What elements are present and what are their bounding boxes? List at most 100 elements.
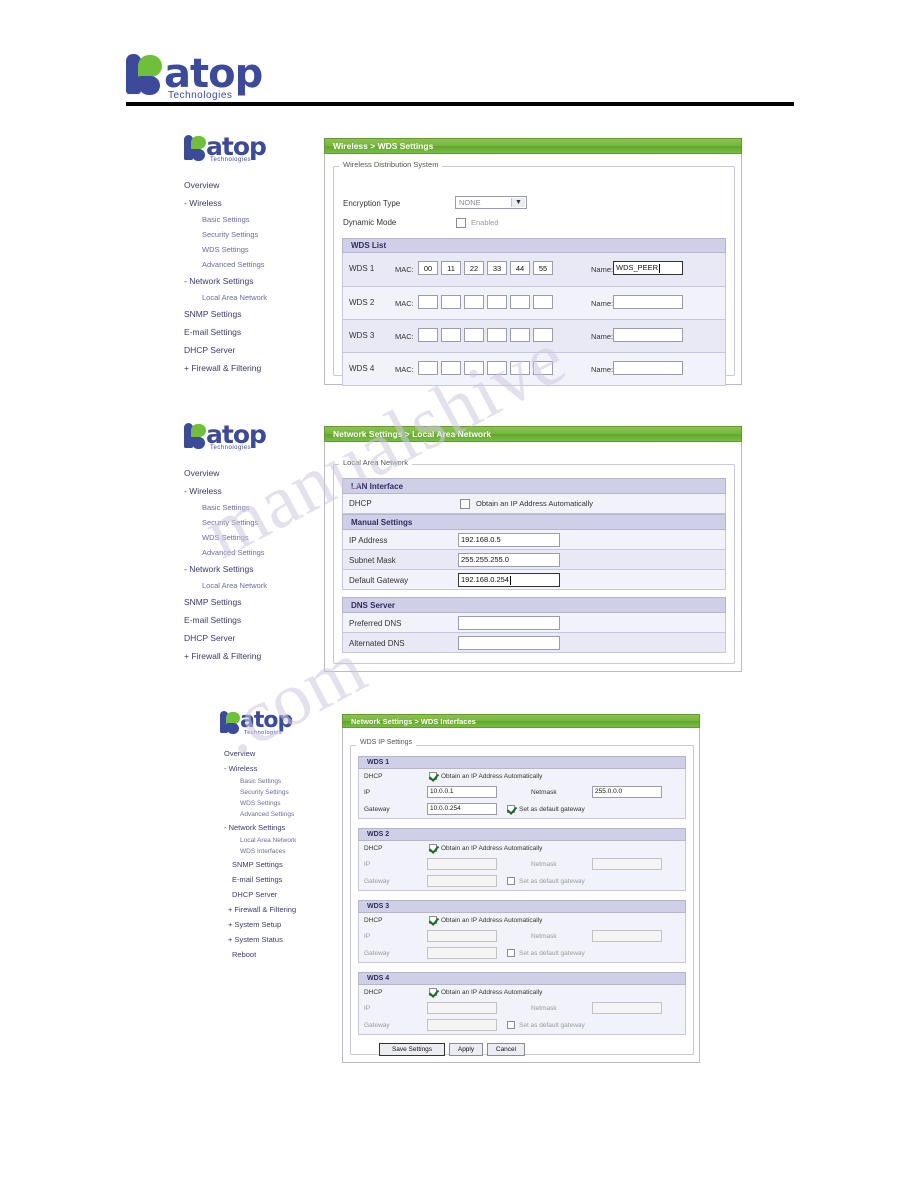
sidebar2-item-local-area-network[interactable]: Local Area Network bbox=[184, 578, 319, 593]
wds3-mac-3[interactable] bbox=[487, 328, 507, 342]
wds4-mac-5[interactable] bbox=[533, 361, 553, 375]
wdsif4-ip-input[interactable] bbox=[427, 1002, 497, 1014]
wds1-mac-2[interactable]: 22 bbox=[464, 261, 484, 275]
sidebar2-item-wds-settings[interactable]: WDS Settings bbox=[184, 530, 319, 545]
sidebar3-item-dhcp-server[interactable]: DHCP Server bbox=[224, 887, 354, 902]
wdsif1-default-gw-checkbox[interactable] bbox=[507, 805, 515, 813]
wds4-mac-0[interactable] bbox=[418, 361, 438, 375]
wdsif1-ip-input[interactable]: 10.0.0.1 bbox=[427, 786, 497, 798]
lan-dhcp-checkbox[interactable] bbox=[460, 499, 470, 509]
wdsif2-netmask-input[interactable] bbox=[592, 858, 662, 870]
wds2-mac-2[interactable] bbox=[464, 295, 484, 309]
cancel-button[interactable]: Cancel bbox=[487, 1043, 525, 1056]
wds1-name-input[interactable]: WDS_PEER bbox=[613, 261, 683, 275]
sidebar3-item-network-settings[interactable]: - Network Settings bbox=[224, 820, 354, 835]
sidebar3-item-snmp-settings[interactable]: SNMP Settings bbox=[224, 857, 354, 872]
sidebar3-item-overview[interactable]: Overview bbox=[224, 746, 354, 761]
sidebar2-item-firewall-filtering[interactable]: + Firewall & Filtering bbox=[184, 647, 319, 665]
lan-subnet-input[interactable]: 255.255.255.0 bbox=[458, 553, 560, 567]
sidebar3-item-wds-interfaces[interactable]: WDS Interfaces bbox=[224, 846, 354, 857]
wdsif2-gateway-input[interactable] bbox=[427, 875, 497, 887]
sidebar3-item-advanced-settings[interactable]: Advanced Settings bbox=[224, 809, 354, 820]
wdsif2-ip-input[interactable] bbox=[427, 858, 497, 870]
lan-gateway-input[interactable]: 192.168.0.254 bbox=[458, 573, 560, 587]
sidebar-item-overview[interactable]: Overview bbox=[184, 176, 319, 194]
sidebar-item-firewall-filtering[interactable]: + Firewall & Filtering bbox=[184, 359, 319, 377]
wds2-mac-0[interactable] bbox=[418, 295, 438, 309]
wdsif3-default-gw-checkbox[interactable] bbox=[507, 949, 515, 957]
wds1-mac-1[interactable]: 11 bbox=[441, 261, 461, 275]
sidebar-item-wireless[interactable]: - Wireless bbox=[184, 194, 319, 212]
sidebar-item-email-settings[interactable]: E-mail Settings bbox=[184, 323, 319, 341]
sidebar3-item-basic-settings[interactable]: Basic Settings bbox=[224, 776, 354, 787]
wds4-mac-4[interactable] bbox=[510, 361, 530, 375]
sidebar3-item-reboot[interactable]: Reboot bbox=[224, 947, 354, 962]
preferred-dns-input[interactable] bbox=[458, 616, 560, 630]
wdsif4-gateway-input[interactable] bbox=[427, 1019, 497, 1031]
sidebar-item-dhcp-server[interactable]: DHCP Server bbox=[184, 341, 319, 359]
sidebar3-item-system-setup[interactable]: + System Setup bbox=[224, 917, 354, 932]
save-settings-button[interactable]: Save Settings bbox=[379, 1043, 445, 1056]
sidebar3-item-security-settings[interactable]: Security Settings bbox=[224, 787, 354, 798]
sidebar3-item-wireless[interactable]: - Wireless bbox=[224, 761, 354, 776]
encryption-type-select[interactable]: NONE ▼ bbox=[455, 196, 527, 209]
sidebar-item-security-settings[interactable]: Security Settings bbox=[184, 227, 319, 242]
wdsif3-ip-input[interactable] bbox=[427, 930, 497, 942]
wds2-mac-3[interactable] bbox=[487, 295, 507, 309]
wds1-mac-3[interactable]: 33 bbox=[487, 261, 507, 275]
wdsif3-netmask-input[interactable] bbox=[592, 930, 662, 942]
wdsif3-gateway-input[interactable] bbox=[427, 947, 497, 959]
sidebar2-item-advanced-settings[interactable]: Advanced Settings bbox=[184, 545, 319, 560]
wds1-mac-5[interactable]: 55 bbox=[533, 261, 553, 275]
wds3-mac-2[interactable] bbox=[464, 328, 484, 342]
wdsif1-netmask-input[interactable]: 255.0.0.0 bbox=[592, 786, 662, 798]
wds4-name-input[interactable] bbox=[613, 361, 683, 375]
sidebar3-item-local-area-network[interactable]: Local Area Network bbox=[224, 835, 354, 846]
wdsif1-dhcp-checkbox[interactable] bbox=[429, 772, 437, 780]
sidebar-item-snmp-settings[interactable]: SNMP Settings bbox=[184, 305, 319, 323]
wdsif2-dhcp-label: DHCP bbox=[364, 845, 383, 852]
sidebar3-item-system-status[interactable]: + System Status bbox=[224, 932, 354, 947]
wdsif4-dhcp-checkbox[interactable] bbox=[429, 988, 437, 996]
wds2-mac-4[interactable] bbox=[510, 295, 530, 309]
sidebar2-item-dhcp-server[interactable]: DHCP Server bbox=[184, 629, 319, 647]
wds4-mac-3[interactable] bbox=[487, 361, 507, 375]
sidebar2-item-network-settings[interactable]: - Network Settings bbox=[184, 560, 319, 578]
wds3-mac-1[interactable] bbox=[441, 328, 461, 342]
sidebar2-item-email-settings[interactable]: E-mail Settings bbox=[184, 611, 319, 629]
apply-button[interactable]: Apply bbox=[449, 1043, 483, 1056]
wdsif2-default-gw-checkbox[interactable] bbox=[507, 877, 515, 885]
wds2-mac-5[interactable] bbox=[533, 295, 553, 309]
sidebar2-item-overview[interactable]: Overview bbox=[184, 464, 319, 482]
alternated-dns-input[interactable] bbox=[458, 636, 560, 650]
sidebar-item-basic-settings[interactable]: Basic Settings bbox=[184, 212, 319, 227]
sidebar2-item-wireless[interactable]: - Wireless bbox=[184, 482, 319, 500]
wdsif4-netmask-input[interactable] bbox=[592, 1002, 662, 1014]
wdsif3-dhcp-checkbox[interactable] bbox=[429, 916, 437, 924]
wds2-mac-1[interactable] bbox=[441, 295, 461, 309]
sidebar3-item-email-settings[interactable]: E-mail Settings bbox=[224, 872, 354, 887]
wds2-name-input[interactable] bbox=[613, 295, 683, 309]
sidebar-item-advanced-settings[interactable]: Advanced Settings bbox=[184, 257, 319, 272]
wds1-mac-0[interactable]: 00 bbox=[418, 261, 438, 275]
lan-ip-input[interactable]: 192.168.0.5 bbox=[458, 533, 560, 547]
sidebar-item-wds-settings[interactable]: WDS Settings bbox=[184, 242, 319, 257]
wdsif1-gateway-input[interactable]: 10.0.0.254 bbox=[427, 803, 497, 815]
wds3-mac-5[interactable] bbox=[533, 328, 553, 342]
sidebar2-item-snmp-settings[interactable]: SNMP Settings bbox=[184, 593, 319, 611]
wds3-mac-4[interactable] bbox=[510, 328, 530, 342]
dynamic-mode-checkbox[interactable] bbox=[456, 218, 466, 228]
sidebar2-item-security-settings[interactable]: Security Settings bbox=[184, 515, 319, 530]
sidebar3-item-firewall-filtering[interactable]: + Firewall & Filtering bbox=[224, 902, 354, 917]
wdsif2-dhcp-checkbox[interactable] bbox=[429, 844, 437, 852]
sidebar2-item-basic-settings[interactable]: Basic Settings bbox=[184, 500, 319, 515]
wdsif4-default-gw-checkbox[interactable] bbox=[507, 1021, 515, 1029]
sidebar3-item-wds-settings[interactable]: WDS Settings bbox=[224, 798, 354, 809]
wds4-mac-2[interactable] bbox=[464, 361, 484, 375]
sidebar-item-local-area-network[interactable]: Local Area Network bbox=[184, 290, 319, 305]
wds4-mac-1[interactable] bbox=[441, 361, 461, 375]
wds3-name-input[interactable] bbox=[613, 328, 683, 342]
wds1-mac-4[interactable]: 44 bbox=[510, 261, 530, 275]
sidebar-item-network-settings[interactable]: - Network Settings bbox=[184, 272, 319, 290]
wds3-mac-0[interactable] bbox=[418, 328, 438, 342]
